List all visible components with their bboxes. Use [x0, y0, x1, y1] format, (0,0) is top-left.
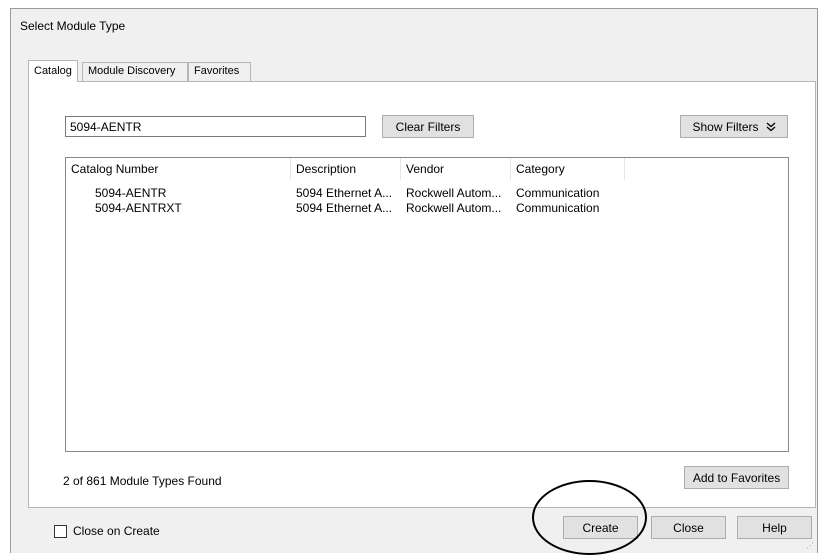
cell-description: 5094 Ethernet A...	[296, 201, 393, 215]
found-count-status: 2 of 861 Module Types Found	[63, 474, 222, 488]
cell-category: Communication	[516, 201, 600, 215]
cell-category: Communication	[516, 186, 600, 200]
column-header-catalog-number[interactable]: Catalog Number	[66, 158, 291, 180]
cell-description: 5094 Ethernet A...	[296, 186, 393, 200]
help-label: Help	[762, 520, 787, 535]
tab-catalog[interactable]: Catalog	[28, 60, 78, 82]
show-filters-button[interactable]: Show Filters	[680, 115, 788, 138]
add-to-favorites-label: Add to Favorites	[692, 470, 781, 485]
column-header-category[interactable]: Category	[511, 158, 625, 180]
table-row[interactable]: 5094-AENTRXT 5094 Ethernet A... Rockwell…	[66, 201, 788, 216]
create-button[interactable]: Create	[563, 516, 638, 539]
close-on-create-label: Close on Create	[73, 524, 160, 538]
list-header: Catalog Number Description Vendor Catego…	[66, 158, 788, 180]
cell-catalog-number: 5094-AENTR	[95, 186, 167, 200]
table-row[interactable]: 5094-AENTR 5094 Ethernet A... Rockwell A…	[66, 186, 788, 201]
close-on-create-checkbox[interactable]	[54, 524, 67, 538]
show-filters-label: Show Filters	[692, 119, 759, 134]
catalog-search-input[interactable]	[65, 116, 366, 137]
cell-vendor: Rockwell Autom...	[406, 186, 502, 200]
select-module-type-dialog: Select Module Type Catalog Module Discov…	[10, 8, 818, 553]
create-label: Create	[582, 520, 619, 535]
tab-favorites[interactable]: Favorites	[188, 62, 251, 81]
help-button[interactable]: Help	[737, 516, 812, 539]
catalog-panel: Clear Filters Show Filters Catalog Numbe…	[28, 81, 816, 508]
cell-catalog-number: 5094-AENTRXT	[95, 201, 182, 215]
dialog-title: Select Module Type	[20, 19, 126, 33]
cell-vendor: Rockwell Autom...	[406, 201, 502, 215]
resize-grip-icon[interactable]: ⋰	[806, 541, 814, 550]
clear-filters-button[interactable]: Clear Filters	[382, 115, 474, 138]
double-chevron-down-icon	[766, 122, 775, 131]
close-on-create-option[interactable]: Close on Create	[54, 524, 160, 538]
dialog-button-bar: Close on Create Create Close Help	[11, 509, 817, 554]
column-header-vendor[interactable]: Vendor	[401, 158, 511, 180]
column-header-description[interactable]: Description	[291, 158, 401, 180]
close-button[interactable]: Close	[651, 516, 726, 539]
tab-module-discovery[interactable]: Module Discovery	[82, 62, 188, 81]
close-label: Close	[673, 520, 704, 535]
add-to-favorites-button[interactable]: Add to Favorites	[684, 466, 789, 489]
module-type-list[interactable]: Catalog Number Description Vendor Catego…	[65, 157, 789, 452]
clear-filters-label: Clear Filters	[395, 119, 461, 134]
